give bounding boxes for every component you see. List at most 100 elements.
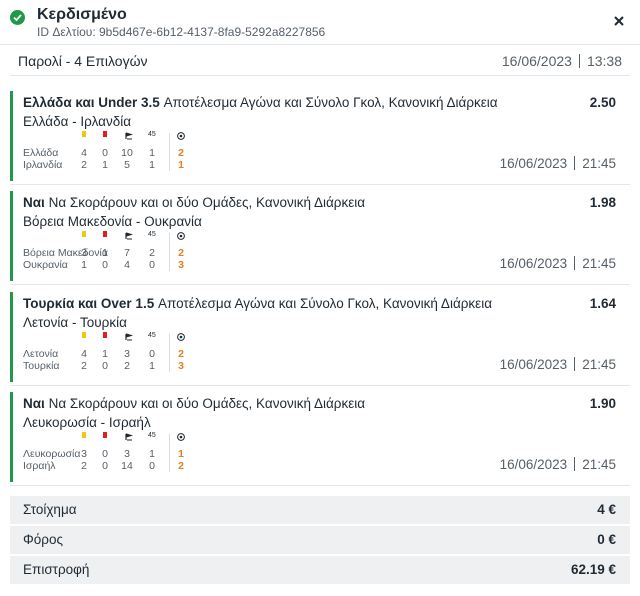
home-team-name: Λετονία bbox=[23, 348, 59, 360]
away-red-stat: 0 bbox=[102, 259, 108, 271]
tax-label: Φόρος bbox=[23, 532, 63, 547]
away-team-name: Ισραήλ bbox=[23, 460, 56, 472]
half-time-icon: 45 bbox=[148, 432, 156, 439]
half-time-icon: 45 bbox=[148, 332, 156, 339]
selection-title: Ελλάδα και Under 3.5 Αποτέλεσμα Αγώνα κα… bbox=[23, 95, 498, 110]
status-title: Κερδισμένο bbox=[37, 6, 127, 23]
selection-market: Να Σκοράρουν και οι δύο Ομάδες, Κανονική… bbox=[48, 396, 366, 411]
selection-title: Τουρκία και Over 1.5 Αποτέλεσμα Αγώνα κα… bbox=[23, 296, 492, 311]
red-card-icon bbox=[103, 432, 107, 438]
away-red-stat: 0 bbox=[102, 460, 108, 472]
selection-item: Ελλάδα και Under 3.5 Αποτέλεσμα Αγώνα κα… bbox=[10, 89, 630, 185]
away-ht-stat: 0 bbox=[149, 460, 155, 472]
won-indicator-bar bbox=[10, 392, 13, 482]
placed-time: 13:38 bbox=[586, 53, 622, 69]
separator bbox=[574, 156, 576, 170]
return-row: Επιστροφή 62.19 € bbox=[10, 556, 630, 584]
selection-title: Ναι Να Σκοράρουν και οι δύο Ομάδες, Κανο… bbox=[23, 195, 365, 210]
placed-date: 16/06/2023 bbox=[501, 53, 572, 69]
selection-item: Ναι Να Σκοράρουν και οι δύο Ομάδες, Κανο… bbox=[10, 189, 630, 285]
selection-pick: Ναι bbox=[23, 195, 45, 210]
selection-item: Τουρκία και Over 1.5 Αποτέλεσμα Αγώνα κα… bbox=[10, 290, 630, 386]
return-value: 62.19 € bbox=[570, 562, 616, 577]
stats-divider bbox=[169, 334, 170, 372]
match-stats: 45 Λετονία 4 1 3 0 2 Τουρκία 2 0 2 1 3 bbox=[23, 332, 213, 377]
selection-date: 16/06/2023 bbox=[499, 357, 568, 372]
away-goals-stat: 2 bbox=[178, 460, 184, 472]
selection-time: 21:45 bbox=[582, 357, 616, 372]
selection-odds: 1.90 bbox=[589, 396, 616, 411]
home-goals-stat: 1 bbox=[178, 448, 184, 460]
home-yellow-stat: 4 bbox=[81, 147, 87, 159]
home-goals-stat: 2 bbox=[178, 247, 184, 259]
stats-divider bbox=[169, 233, 170, 271]
ball-icon bbox=[177, 432, 185, 444]
close-icon[interactable] bbox=[612, 14, 626, 28]
separator bbox=[574, 357, 576, 371]
match-stats: 45 Βόρεια Μακεδονία 3 1 7 2 2 Ουκρανία 1 0 4 0 3 bbox=[23, 231, 213, 276]
yellow-card-icon bbox=[82, 432, 86, 438]
tax-row: Φόρος 0 € bbox=[10, 526, 630, 554]
home-ht-stat: 2 bbox=[149, 247, 155, 259]
half-time-icon: 45 bbox=[148, 131, 156, 138]
stats-divider bbox=[169, 133, 170, 171]
selection-time: 21:45 bbox=[582, 256, 616, 271]
selection-datetime: 16/06/2023 21:45 bbox=[500, 256, 616, 271]
return-label: Επιστροφή bbox=[23, 562, 90, 577]
away-yellow-stat: 2 bbox=[81, 159, 87, 171]
home-red-stat: 0 bbox=[102, 448, 108, 460]
match-stats: 45 Ελλάδα 4 0 10 1 2 Ιρλανδία 2 1 5 1 1 bbox=[23, 131, 213, 176]
selection-odds: 2.50 bbox=[589, 95, 616, 110]
selection-title: Ναι Να Σκοράρουν και οι δύο Ομάδες, Κανο… bbox=[23, 396, 365, 411]
selection-datetime: 16/06/2023 21:45 bbox=[500, 357, 616, 372]
selection-time: 21:45 bbox=[582, 457, 616, 472]
home-team-name: Ελλάδα bbox=[23, 147, 59, 159]
ball-icon bbox=[177, 332, 185, 344]
won-indicator-bar bbox=[10, 292, 13, 382]
won-indicator-bar bbox=[10, 191, 13, 281]
selection-pick: Ναι bbox=[23, 396, 45, 411]
selection-item: Ναι Να Σκοράρουν και οι δύο Ομάδες, Κανο… bbox=[10, 390, 630, 486]
slip-subheader: Παρολί - 4 Επιλογών 16/06/2023 13:38 bbox=[10, 46, 630, 76]
away-ht-stat: 0 bbox=[149, 259, 155, 271]
red-card-icon bbox=[103, 231, 107, 237]
corner-flag-icon bbox=[125, 231, 134, 243]
home-ht-stat: 0 bbox=[149, 348, 155, 360]
away-goals-stat: 3 bbox=[178, 360, 184, 372]
red-card-icon bbox=[103, 332, 107, 338]
corner-flag-icon bbox=[125, 432, 134, 444]
separator bbox=[574, 457, 576, 471]
yellow-card-icon bbox=[82, 332, 86, 338]
selection-odds: 1.64 bbox=[589, 296, 616, 311]
away-corners-stat: 5 bbox=[124, 159, 130, 171]
home-goals-stat: 2 bbox=[178, 147, 184, 159]
home-ht-stat: 1 bbox=[149, 448, 155, 460]
home-yellow-stat: 4 bbox=[81, 348, 87, 360]
away-red-stat: 0 bbox=[102, 360, 108, 372]
selection-pick: Ελλάδα και Under 3.5 bbox=[23, 95, 160, 110]
away-yellow-stat: 1 bbox=[81, 259, 87, 271]
away-goals-stat: 1 bbox=[178, 159, 184, 171]
corner-flag-icon bbox=[125, 332, 134, 344]
selection-date: 16/06/2023 bbox=[499, 256, 568, 271]
home-yellow-stat: 3 bbox=[81, 448, 87, 460]
away-yellow-stat: 2 bbox=[81, 360, 87, 372]
selection-match: Λευκορωσία - Ισραήλ bbox=[23, 415, 151, 430]
home-team-name: Λευκορωσία bbox=[23, 448, 81, 460]
ball-icon bbox=[177, 231, 185, 243]
stake-value: 4 € bbox=[597, 502, 616, 517]
ball-icon bbox=[177, 131, 185, 143]
home-team-name: Βόρεια Μακεδονία bbox=[23, 247, 108, 259]
corner-flag-icon bbox=[125, 131, 134, 143]
tax-value: 0 € bbox=[597, 532, 616, 547]
won-indicator-bar bbox=[10, 91, 13, 181]
home-red-stat: 1 bbox=[102, 348, 108, 360]
red-card-icon bbox=[103, 131, 107, 137]
selection-match: Βόρεια Μακεδονία - Ουκρανία bbox=[23, 214, 202, 229]
selection-datetime: 16/06/2023 21:45 bbox=[500, 457, 616, 472]
match-stats: 45 Λευκορωσία 3 0 3 1 1 Ισραήλ 2 0 14 0 2 bbox=[23, 432, 213, 477]
away-corners-stat: 2 bbox=[124, 360, 130, 372]
away-team-name: Τουρκία bbox=[23, 360, 60, 372]
half-time-icon: 45 bbox=[148, 231, 156, 238]
away-corners-stat: 4 bbox=[124, 259, 130, 271]
